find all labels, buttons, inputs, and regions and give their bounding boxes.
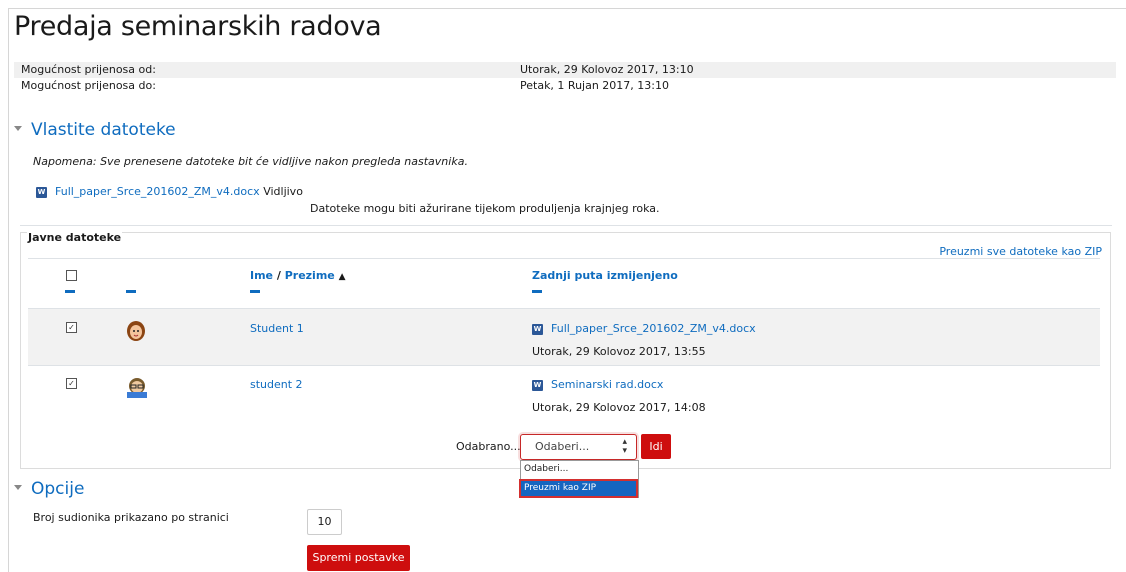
bulk-action-select[interactable]: Odaberi... ▴ ▾ (520, 434, 637, 460)
word-doc-icon: W (532, 323, 543, 335)
collapse-column-select[interactable] (65, 290, 75, 293)
info-value-to: Petak, 1 Rujan 2017, 13:10 (520, 79, 669, 92)
options-heading: Opcije (31, 479, 85, 499)
own-files-note: Napomena: Sve prenesene datoteke bit će … (33, 155, 468, 168)
save-settings-button[interactable]: Spremi postavke (307, 545, 410, 571)
per-page-label: Broj sudionika prikazano po stranici (33, 511, 229, 524)
own-file-link[interactable]: Full_paper_Srce_201602_ZM_v4.docx (55, 185, 260, 198)
sort-first-name-link[interactable]: Ime (250, 269, 273, 282)
avatar[interactable] (125, 376, 149, 398)
page-title: Predaja seminarskih radova (14, 11, 382, 42)
info-row-to: Mogućnost prijenosa do: Petak, 1 Rujan 2… (14, 78, 1116, 94)
bulk-action-dropdown: Odaberi... Preuzmi kao ZIP (519, 460, 639, 498)
own-files-section-toggle[interactable]: Vlastite datoteke (14, 120, 176, 140)
row-checkbox[interactable]: ✓ (66, 378, 77, 389)
submission-file-link[interactable]: Seminarski rad.docx (551, 378, 663, 391)
modified-column-header[interactable]: Zadnji puta izmijenjeno (532, 269, 678, 282)
info-label-to: Mogućnost prijenosa do: (21, 79, 156, 92)
collapse-column-name[interactable] (250, 290, 260, 293)
header-top-line (28, 258, 1100, 259)
divider (20, 225, 1112, 226)
go-button[interactable]: Idi (641, 434, 671, 459)
select-current-value: Odaberi... (535, 440, 590, 453)
submission-date: Utorak, 29 Kolovoz 2017, 14:08 (532, 401, 706, 414)
sort-last-name-link[interactable]: Prezime (285, 269, 335, 282)
submission-file-link[interactable]: Full_paper_Srce_201602_ZM_v4.docx (551, 322, 756, 335)
info-label-from: Mogućnost prijenosa od: (21, 63, 156, 76)
word-doc-icon: W (532, 379, 543, 391)
collapse-column-picture[interactable] (126, 290, 136, 293)
student-name-link[interactable]: student 2 (250, 378, 303, 391)
sort-ascending-icon: ▲ (338, 272, 346, 282)
select-all-checkbox[interactable] (66, 270, 77, 281)
download-all-zip-link[interactable]: Preuzmi sve datoteke kao ZIP (939, 245, 1102, 258)
word-doc-icon: W (36, 186, 47, 198)
page-border-top (8, 8, 1126, 9)
own-file-status: Vidljivo (263, 185, 303, 198)
bulk-action-label: Odabrano... (456, 440, 521, 453)
collapse-column-modified[interactable] (532, 290, 542, 293)
per-page-input[interactable]: 10 (307, 509, 342, 535)
options-section-toggle[interactable]: Opcije (14, 479, 84, 499)
caret-down-icon (14, 484, 22, 490)
info-row-from: Mogućnost prijenosa od: Utorak, 29 Kolov… (14, 62, 1116, 78)
submission-file: W Full_paper_Srce_201602_ZM_v4.docx (532, 322, 756, 335)
submission-date: Utorak, 29 Kolovoz 2017, 13:55 (532, 345, 706, 358)
dropdown-option-download-zip[interactable]: Preuzmi kao ZIP (519, 479, 638, 498)
own-file-line: W Full_paper_Srce_201602_ZM_v4.docx Vidlj… (36, 185, 303, 198)
update-note: Datoteke mogu biti ažurirane tijekom pro… (310, 202, 660, 215)
page-border-left (8, 8, 9, 572)
dropdown-option-choose[interactable]: Odaberi... (524, 464, 568, 474)
caret-down-icon (14, 125, 22, 131)
row-divider (28, 365, 1100, 366)
name-column-header[interactable]: Ime / Prezime ▲ (250, 269, 346, 282)
submission-file: W Seminarski rad.docx (532, 378, 663, 391)
public-files-legend: Javne datoteke (27, 231, 123, 244)
own-files-heading: Vlastite datoteke (31, 120, 176, 140)
avatar[interactable] (126, 320, 146, 342)
row-checkbox[interactable]: ✓ (66, 322, 77, 333)
select-arrows-icon: ▴ ▾ (622, 437, 627, 456)
info-value-from: Utorak, 29 Kolovoz 2017, 13:10 (520, 63, 694, 76)
header-separator: / (273, 269, 285, 282)
student-name-link[interactable]: Student 1 (250, 322, 304, 335)
